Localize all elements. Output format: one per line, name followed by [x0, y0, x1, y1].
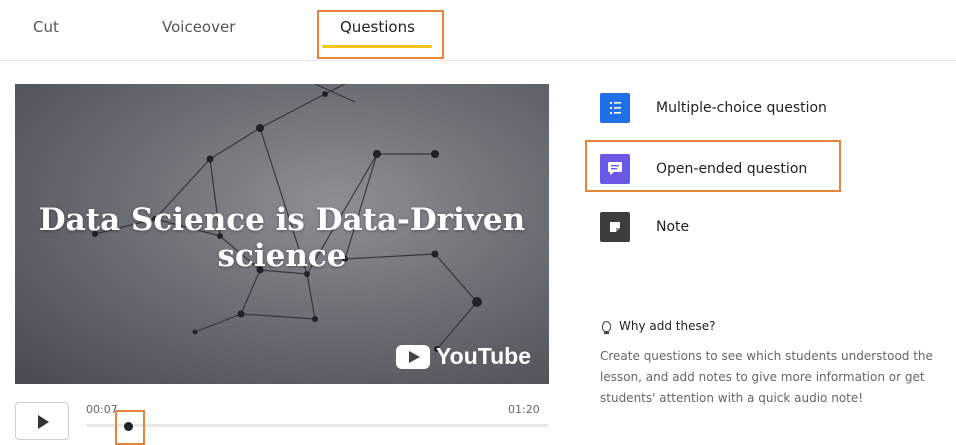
highlight-box-open-ended — [585, 140, 841, 192]
highlight-box-questions-tab — [317, 10, 444, 59]
multiple-choice-label: Multiple-choice question — [656, 100, 827, 116]
highlight-box-scrubber — [115, 410, 145, 445]
divider — [0, 60, 956, 61]
timeline-track[interactable] — [86, 424, 549, 427]
lightbulb-icon — [602, 320, 611, 334]
play-icon — [38, 415, 49, 429]
note-label: Note — [656, 219, 690, 235]
youtube-logo: YouTube — [396, 343, 531, 370]
note-icon — [600, 212, 630, 242]
video-title-text: Data Science is Data-Driven science — [38, 202, 526, 274]
end-time: 01:20 — [508, 403, 540, 416]
why-description: Create questions to see which students u… — [600, 349, 933, 405]
current-time: 00:07 — [86, 403, 118, 416]
why-add-these-heading: Why add these? — [602, 319, 716, 334]
tab-cut[interactable]: Cut — [33, 18, 59, 36]
list-icon — [600, 93, 630, 123]
tab-bar: Cut Voiceover Questions — [0, 0, 956, 60]
multiple-choice-question-option[interactable]: Multiple-choice question — [600, 93, 827, 123]
why-heading-text: Why add these? — [619, 319, 716, 333]
note-option[interactable]: Note — [600, 212, 689, 242]
youtube-logo-text: YouTube — [436, 343, 531, 369]
tab-voiceover[interactable]: Voiceover — [162, 18, 235, 36]
youtube-play-icon — [396, 344, 431, 369]
play-button[interactable] — [15, 402, 69, 440]
video-player[interactable]: Data Science is Data-Driven science YouT… — [15, 84, 549, 384]
